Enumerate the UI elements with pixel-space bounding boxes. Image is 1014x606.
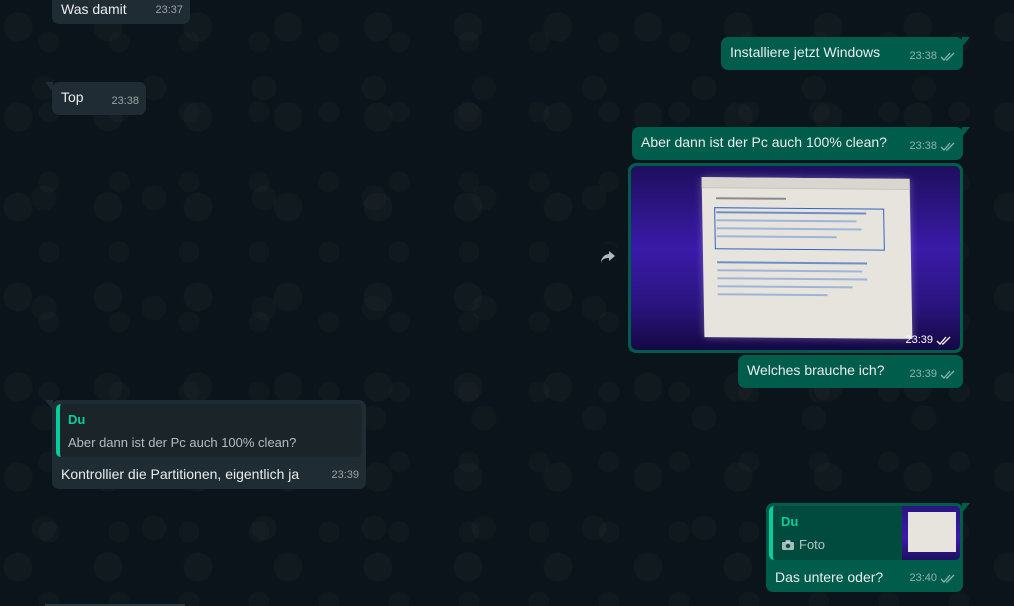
message-time: 23:40 xyxy=(909,572,937,584)
double-check-icon xyxy=(940,52,955,61)
chat-panel[interactable]: Was damit 23:37 Installiere jetzt Window… xyxy=(0,0,1014,606)
double-check-icon xyxy=(936,336,951,345)
message-time: 23:38 xyxy=(909,50,937,62)
message-meta: 23:37 xyxy=(155,1,183,20)
message-text: Installiere jetzt Windows xyxy=(730,44,881,60)
forward-arrow-icon xyxy=(601,251,615,263)
message-text: Kontrollier die Partitionen, eigentlich … xyxy=(61,466,300,482)
quote-thumbnail xyxy=(902,506,960,560)
photo-content xyxy=(701,177,913,339)
message-time: 23:38 xyxy=(111,95,139,107)
message-meta: 23:38 xyxy=(909,47,956,66)
photo-image[interactable]: 23:39 xyxy=(631,166,960,350)
message-incoming[interactable]: Top 23:38 xyxy=(45,82,146,115)
message-incoming-reply[interactable]: Du Aber dann ist der Pc auch 100% clean?… xyxy=(45,400,366,489)
message-incoming[interactable]: Was damit 23:37 xyxy=(52,0,190,24)
message-meta: 23:39 xyxy=(909,365,956,384)
message-text: Welches brauche ich? xyxy=(747,362,885,378)
quote-media-label: Foto xyxy=(799,537,826,552)
message-meta: 23:38 xyxy=(111,92,139,111)
message-text: Was damit xyxy=(61,1,127,17)
double-check-icon xyxy=(940,370,955,379)
quote-author: Du xyxy=(68,412,86,427)
message-text: Aber dann ist der Pc auch 100% clean? xyxy=(641,134,887,150)
message-time: 23:39 xyxy=(905,334,933,346)
message-time: 23:37 xyxy=(155,4,183,16)
message-meta: 23:40 xyxy=(909,569,956,588)
message-time: 23:39 xyxy=(909,368,937,380)
message-meta: 23:39 xyxy=(905,334,952,346)
message-text: Top xyxy=(61,89,84,105)
message-time: 23:38 xyxy=(909,140,937,152)
double-check-icon xyxy=(940,574,955,583)
message-outgoing[interactable]: Welches brauche ich? 23:39 xyxy=(738,355,963,388)
quoted-message[interactable]: Du Foto xyxy=(769,506,960,560)
camera-icon xyxy=(782,539,794,550)
quote-text: Aber dann ist der Pc auch 100% clean? xyxy=(68,435,297,450)
message-outgoing[interactable]: Aber dann ist der Pc auch 100% clean? 23… xyxy=(632,127,970,160)
message-outgoing-reply[interactable]: Du Foto Das untere oder? 23:40 xyxy=(766,503,970,592)
message-meta: 23:39 xyxy=(331,466,359,485)
forward-button[interactable] xyxy=(595,244,621,270)
message-photo[interactable]: 23:39 xyxy=(628,163,963,353)
double-check-icon xyxy=(940,142,955,151)
message-outgoing[interactable]: Installiere jetzt Windows 23:38 xyxy=(721,37,970,70)
message-time: 23:39 xyxy=(331,469,359,481)
message-meta: 23:38 xyxy=(909,137,956,156)
quoted-message[interactable]: Du Aber dann ist der Pc auch 100% clean? xyxy=(56,404,362,457)
